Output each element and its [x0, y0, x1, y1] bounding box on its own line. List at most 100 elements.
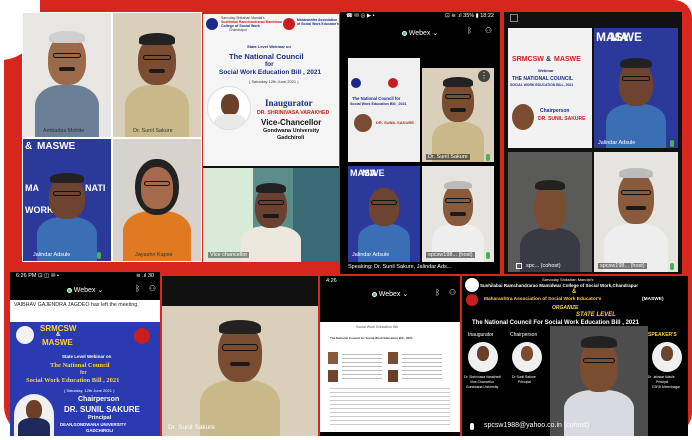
hair: [139, 33, 175, 45]
maswe-logo: [134, 328, 150, 344]
participant-name: Ambadas Mohite: [43, 128, 85, 134]
mic-icon: [670, 263, 674, 270]
doc-photo: [388, 370, 398, 382]
participant-video: [422, 174, 494, 262]
window-icon[interactable]: [510, 14, 518, 22]
status-bar: ☎ ✉ ◎ ▶ • ⊡ ≋ .ıl 35% ▮ 18:22: [340, 12, 500, 22]
mic-icon: [97, 252, 101, 259]
glasses: [445, 94, 471, 99]
column-label: Chairperson: [510, 332, 538, 338]
participant-name: Dr. Sunil Sakure: [168, 424, 215, 431]
banner-fragment: MASWE: [37, 141, 76, 152]
srmcsw-logo: [16, 326, 34, 344]
participant-tile[interactable]: [550, 326, 648, 436]
participant-video: [594, 160, 678, 272]
participants-icon[interactable]: ⚇: [149, 284, 156, 293]
webex-menu[interactable]: Webex ⌄: [371, 290, 408, 298]
webinar-banner: Sarvoday Shikshan Mandal's Sushilabai Ra…: [203, 14, 339, 166]
participant-tile[interactable]: Dr. Sunil Sakure: [422, 68, 494, 162]
participant-tile[interactable]: spcsw198... (host): [422, 166, 494, 262]
doc-text-lines: [330, 388, 450, 428]
participant-video: [508, 168, 592, 272]
banner-line: THE NATIONAL COUNCIL: [512, 76, 573, 82]
glasses: [258, 200, 284, 205]
status-time: 6:26 PM ⊡ ◫ ✉ •: [16, 273, 59, 279]
participants-icon[interactable]: ⚇: [449, 288, 456, 297]
speaker-university: Gondwana University: [466, 385, 499, 389]
speaker-designation: Principal: [518, 380, 532, 384]
webex-menu[interactable]: Webex ⌄: [66, 286, 103, 294]
participants-icon[interactable]: ⚇: [485, 26, 492, 35]
status-battery-time: ⊡ ≋ .ıl 35% ▮ 18:22: [445, 13, 494, 19]
status-time: 4:26: [326, 278, 337, 284]
participant-video: [113, 153, 201, 261]
bluetooth-icon[interactable]: ᛒ: [135, 284, 140, 293]
gallery-screenshot-8: Sarvoday Shikshan Mandal's Sushilabai Ra…: [462, 276, 688, 436]
banner-title: Social Work Education Bill , 2021: [219, 69, 322, 76]
speaker-university: Gondwana University: [263, 128, 320, 134]
shared-content-tile[interactable]: SRMCSW & MASWE Webinar THE NATIONAL COUN…: [508, 28, 592, 148]
college-logo: [206, 18, 218, 30]
mustache: [230, 362, 250, 366]
mic-icon: [670, 140, 674, 147]
participant-video: [162, 314, 318, 436]
face: [619, 62, 653, 106]
participant-name: spcsw198... (host): [598, 263, 647, 269]
bluetooth-icon[interactable]: ᛒ: [467, 26, 472, 35]
speaker-university: CSRD Ahmednagar: [652, 385, 680, 389]
shared-content-tile[interactable]: The National Council for Social Work Edu…: [348, 58, 420, 162]
participant-name: Jayashri Kapse: [135, 252, 173, 258]
participant-tile[interactable]: Dr. Sunil Sakure: [162, 306, 318, 436]
hair: [49, 31, 85, 43]
status-icons: ☎ ✉ ◎ ▶ •: [346, 13, 375, 19]
participant-tile[interactable]: spcsw198... (host): [594, 152, 678, 272]
role-label: Inaugurator: [265, 98, 313, 108]
speaker-photo: [512, 342, 542, 372]
participant-tile[interactable]: Jayashri Kapse: [113, 139, 201, 261]
participant-video: [23, 163, 111, 261]
webex-menu[interactable]: Webex ⌄: [401, 29, 438, 37]
participant-tile[interactable]: Ambadas Mohite: [23, 13, 111, 137]
more-options-icon[interactable]: ⋮: [478, 70, 490, 82]
speaker-city: Gadchiroli: [277, 135, 305, 141]
mustache: [626, 206, 646, 210]
speaker-designation: Vice-Chancellor: [470, 380, 494, 384]
speaker-photo: [512, 104, 534, 130]
mic-icon: [486, 154, 490, 161]
hair: [535, 180, 565, 190]
speaker-name: DR. SUNIL SAKURE: [64, 405, 140, 414]
participant-name: spc... (cohost): [526, 263, 561, 269]
banner-date: ( Saturday 12th June,2021 ): [249, 79, 299, 84]
banner-fragment: SRMCSW: [512, 56, 544, 63]
org-text: Sarvoday Shikshan Mandal's: [542, 277, 594, 282]
participant-tile[interactable]: & MASWE MA NATI WORK Jalindar Adsule: [23, 139, 111, 261]
screen-share-icon: [516, 263, 522, 269]
participant-tile[interactable]: MASWE MA Jalindar Adsule: [348, 166, 420, 262]
org-text: Sushilabai Ramchandrarao Mamidwar Colleg…: [480, 283, 638, 288]
bluetooth-icon[interactable]: ᛒ: [435, 288, 440, 297]
participant-tile[interactable]: Vice chancellor: [203, 168, 339, 262]
webinar-collage: Ambadas Mohite Dr. Sunil Sakure & MASWE …: [0, 0, 692, 440]
participant-name: Jalindar Adsule: [598, 140, 636, 146]
speaker-photo: [652, 342, 682, 372]
meeting-topbar: Webex ⌄ ᛒ ⚇: [10, 282, 160, 298]
participant-tile[interactable]: spc... (cohost): [508, 152, 592, 272]
banner-fragment: Chairperson: [540, 108, 570, 114]
participant-tile[interactable]: MASWE MA Jalindar Adsule: [594, 28, 678, 148]
participant-video: [422, 72, 494, 162]
glasses: [144, 181, 170, 186]
shared-document[interactable]: Social Work Education Bill The National …: [320, 322, 460, 432]
participant-video: [550, 330, 648, 436]
banner-title: Social Work Education Bill , 2021: [350, 102, 407, 106]
banner-date: ( Saturday, 12th June 2021 ): [64, 388, 115, 393]
speaker-designation: Principal: [88, 415, 112, 421]
face: [369, 188, 399, 226]
participant-name: Jalindar Adsule: [33, 252, 71, 258]
participant-name: Jalindar Adsule: [352, 252, 390, 258]
webex-status-icon: [371, 291, 377, 297]
hair: [50, 173, 84, 183]
participant-name: spcsw198... (host): [426, 252, 475, 258]
banner-fragment: MA: [610, 30, 629, 44]
speaker-photo: [14, 394, 54, 436]
participant-tile[interactable]: Dr. Sunil Sakure: [113, 13, 201, 137]
